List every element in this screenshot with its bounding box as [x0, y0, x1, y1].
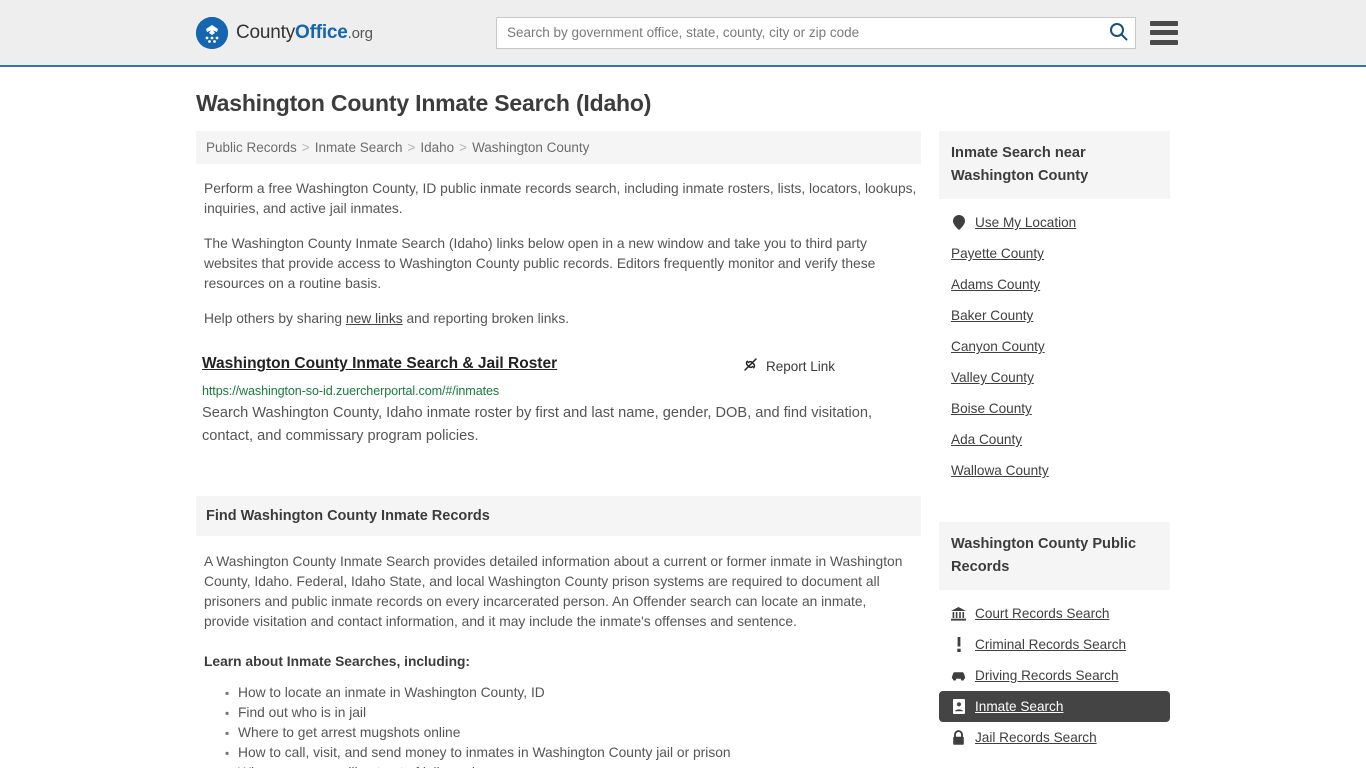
- breadcrumb-item-public-records[interactable]: Public Records: [206, 140, 297, 155]
- list-item: How to locate an inmate in Washington Co…: [225, 683, 921, 703]
- breadcrumb-item-idaho[interactable]: Idaho: [420, 140, 454, 155]
- page-container: Washington County Inmate Search (Idaho) …: [0, 90, 1366, 768]
- sidebar-link-label[interactable]: Criminal Records Search: [975, 637, 1126, 652]
- breadcrumb-separator: >: [301, 140, 310, 155]
- sidebar-link-label[interactable]: Driving Records Search: [975, 668, 1119, 683]
- lock-icon: [951, 730, 966, 745]
- sidebar-item-boise-county[interactable]: Boise County: [939, 393, 1170, 424]
- report-link-label: Report Link: [765, 358, 835, 374]
- result-header-row: Washington County Inmate Search & Jail R…: [202, 355, 917, 376]
- sidebar: Inmate Search near Washington County Use…: [939, 131, 1170, 753]
- search-bar[interactable]: [496, 16, 1136, 49]
- sidebar-item-court-records-search[interactable]: Court Records Search: [939, 590, 1170, 629]
- result-block: Washington County Inmate Search & Jail R…: [196, 355, 921, 448]
- sidebar-item-inmate-search[interactable]: Inmate Search: [939, 691, 1170, 722]
- list-item: Where to get arrest mugshots online: [225, 723, 921, 743]
- help-line-after: and reporting broken links.: [402, 311, 570, 326]
- section-body-text: A Washington County Inmate Search provid…: [204, 554, 903, 629]
- sidebar-item-canyon-county[interactable]: Canyon County: [939, 331, 1170, 362]
- page-title: Washington County Inmate Search (Idaho): [196, 90, 652, 116]
- sidebar-link-label[interactable]: Ada County: [951, 432, 1022, 447]
- id-card-icon: [951, 699, 966, 714]
- sidebar-link-label[interactable]: Jail Records Search: [975, 730, 1097, 745]
- sidebar-near-heading: Inmate Search near Washington County: [939, 131, 1170, 199]
- sidebar-records-heading: Washington County Public Records: [939, 522, 1170, 590]
- new-links-link[interactable]: new links: [346, 311, 403, 326]
- sidebar-item-payette-county[interactable]: Payette County: [939, 238, 1170, 269]
- map-pin-icon: [951, 215, 966, 230]
- content-row: Public Records > Inmate Search > Idaho > Washi…: [196, 131, 1170, 768]
- sidebar-link-label[interactable]: Payette County: [951, 246, 1044, 261]
- brand-part-org: .org: [347, 24, 373, 42]
- learn-list: How to locate an inmate in Washington Co…: [196, 683, 921, 768]
- result-title-link[interactable]: Washington County Inmate Search & Jail R…: [202, 355, 557, 373]
- sidebar-link-label[interactable]: Adams County: [951, 277, 1040, 292]
- menu-bar-1: [1150, 20, 1178, 26]
- menu-bar-3: [1150, 39, 1178, 45]
- search-icon: [1109, 22, 1128, 44]
- section-heading: Find Washington County Inmate Records: [196, 496, 921, 536]
- list-item: How to call, visit, and send money to in…: [225, 743, 921, 763]
- broken-link-icon: [742, 356, 759, 376]
- breadcrumb: Public Records > Inmate Search > Idaho > Washi…: [196, 131, 921, 164]
- courthouse-icon: [951, 606, 966, 621]
- sidebar-link-label[interactable]: Canyon County: [951, 339, 1045, 354]
- sidebar-link-label[interactable]: Boise County: [951, 401, 1032, 416]
- eagle-seal-icon: [196, 16, 228, 49]
- site-header: CountyOffice.org: [0, 0, 1366, 67]
- sidebar-item-ada-county[interactable]: Ada County: [939, 424, 1170, 455]
- breadcrumb-item-washington-county[interactable]: Washington County: [472, 140, 589, 155]
- sidebar-item-adams-county[interactable]: Adams County: [939, 269, 1170, 300]
- sidebar-link-label[interactable]: Valley County: [951, 370, 1034, 385]
- sidebar-item-jail-records-search[interactable]: Jail Records Search: [939, 722, 1170, 753]
- sidebar-link-label[interactable]: Baker County: [951, 308, 1033, 323]
- sidebar-item-baker-county[interactable]: Baker County: [939, 300, 1170, 331]
- sidebar-item-wallowa-county[interactable]: Wallowa County: [939, 455, 1170, 486]
- intro-paragraph-1: Perform a free Washington County, ID pub…: [204, 181, 917, 216]
- sidebar-item-driving-records-search[interactable]: Driving Records Search: [939, 660, 1170, 691]
- brand-part-office: Office: [295, 21, 348, 43]
- breadcrumb-item-inmate-search[interactable]: Inmate Search: [315, 140, 403, 155]
- menu-bar-2: [1150, 30, 1178, 35]
- car-icon: [951, 668, 966, 683]
- breadcrumb-separator: >: [407, 140, 416, 155]
- sidebar-near-box: Inmate Search near Washington County Use…: [939, 131, 1170, 486]
- learn-heading: Learn about Inmate Searches, including:: [204, 654, 471, 669]
- main-column: Public Records > Inmate Search > Idaho > Washi…: [196, 131, 921, 768]
- report-link-button[interactable]: Report Link: [742, 356, 835, 376]
- result-description: Search Washington County, Idaho inmate r…: [202, 405, 873, 444]
- intro-paragraph-2: The Washington County Inmate Search (Ida…: [204, 236, 876, 291]
- list-item: When someone will get out of jail or pri…: [225, 763, 921, 768]
- help-line: Help others by sharing new links and rep…: [196, 309, 921, 329]
- sidebar-item-criminal-records-search[interactable]: Criminal Records Search: [939, 629, 1170, 660]
- sidebar-records-list: Court Records Search Criminal Records Se…: [939, 590, 1170, 753]
- list-item: Find out who is in jail: [225, 703, 921, 723]
- brand-part-county: County: [236, 21, 296, 43]
- search-button[interactable]: [1101, 18, 1135, 48]
- site-brand-text: CountyOffice.org: [236, 22, 373, 44]
- sidebar-link-label[interactable]: Wallowa County: [951, 463, 1049, 478]
- sidebar-records-box: Washington County Public Records Court R…: [939, 522, 1170, 753]
- sidebar-item-use-my-location[interactable]: Use My Location: [939, 199, 1170, 238]
- breadcrumb-separator: >: [459, 140, 468, 155]
- sidebar-near-list: Use My Location Payette County Adams Cou…: [939, 199, 1170, 486]
- help-line-before: Help others by sharing: [204, 311, 346, 326]
- search-input[interactable]: [497, 17, 1101, 48]
- sidebar-item-valley-county[interactable]: Valley County: [939, 362, 1170, 393]
- sidebar-link-label[interactable]: Use My Location: [975, 215, 1076, 230]
- result-url[interactable]: https://washington-so-id.zuercherportal.…: [202, 384, 917, 398]
- site-logo-link[interactable]: CountyOffice.org: [196, 16, 373, 49]
- exclamation-icon: [951, 637, 966, 652]
- sidebar-link-label[interactable]: Inmate Search: [975, 699, 1063, 714]
- sidebar-link-label[interactable]: Court Records Search: [975, 606, 1109, 621]
- hamburger-menu-icon[interactable]: [1150, 20, 1178, 45]
